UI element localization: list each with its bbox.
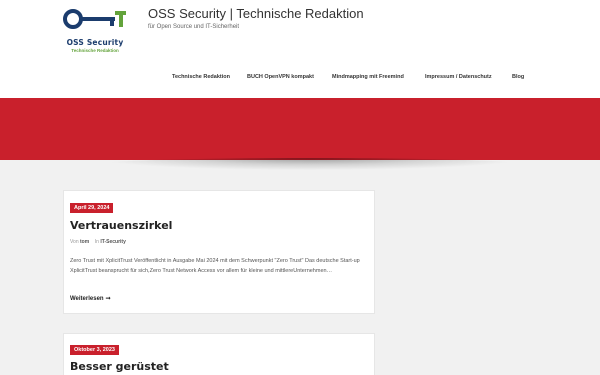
nav-item-buch-openvpn[interactable]: BUCH OpenVPN kompakt — [247, 74, 314, 80]
site-title[interactable]: OSS Security | Technische Redaktion — [148, 6, 364, 21]
site-header: OSS Security Technische Redaktion OSS Se… — [0, 0, 600, 98]
meta-by-label: Von — [70, 239, 79, 245]
read-more-link[interactable]: Weiterlesen ➞ — [70, 295, 111, 302]
meta-in-label: In — [94, 239, 99, 245]
nav-item-impressum[interactable]: Impressum / Datenschutz — [425, 74, 492, 80]
main-navigation: Technische Redaktion BUCH OpenVPN kompak… — [0, 74, 600, 84]
nav-item-blog[interactable]: Blog — [512, 74, 524, 80]
logo-text: OSS Security — [66, 38, 124, 47]
read-more-label: Weiterlesen — [70, 296, 104, 302]
nav-item-mindmapping[interactable]: Mindmapping mit Freemind — [332, 74, 404, 80]
post-date-badge[interactable]: Oktober 3, 2023 — [70, 345, 119, 355]
post-author[interactable]: tom — [80, 239, 89, 245]
post-meta: Von tom In IT-Security — [70, 239, 126, 245]
nav-item-technische-redaktion[interactable]: Technische Redaktion — [172, 74, 230, 80]
post-card: April 29, 2024 Vertrauenszirkel Von tom … — [63, 190, 375, 314]
key-logo-icon — [63, 9, 126, 29]
post-excerpt: Zero Trust mit XplicitTrust Veröffentlic… — [70, 258, 360, 274]
logo-subtitle: Technische Redaktion — [71, 48, 119, 53]
header-banner — [0, 98, 600, 160]
site-description: für Open Source und IT-Sicherheit — [148, 24, 240, 30]
post-title[interactable]: Besser gerüstet — [70, 360, 169, 373]
site-logo[interactable]: OSS Security Technische Redaktion — [60, 8, 130, 56]
post-category[interactable]: IT-Security — [100, 239, 126, 245]
post-card: Oktober 3, 2023 Besser gerüstet — [63, 333, 375, 375]
post-date-badge[interactable]: April 29, 2024 — [70, 203, 114, 213]
post-title[interactable]: Vertrauenszirkel — [70, 219, 172, 232]
banner-shadow — [100, 158, 520, 170]
arrow-right-icon: ➞ — [105, 296, 111, 302]
